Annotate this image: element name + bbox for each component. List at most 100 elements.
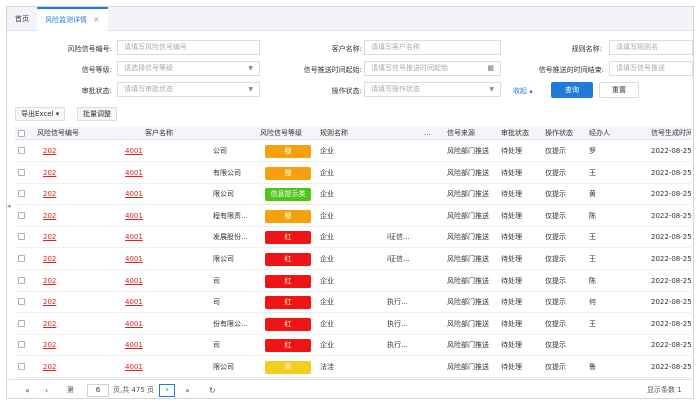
signal-no-link[interactable]: 202 (43, 163, 73, 184)
tab-bar: 首页 风险监测详情 × (7, 7, 693, 31)
row-checkbox[interactable] (18, 276, 25, 284)
tab-risk-detail[interactable]: 风险监测详情 × (37, 7, 108, 31)
push-end-date[interactable]: 请填写信号推送 (609, 61, 693, 76)
page-size-display: 显示条数 1 (647, 386, 682, 394)
table-row[interactable]: 202 4001 司 红企业 执行... 风险部门推送 待处理 仅提示 2022-08-25 (15, 335, 691, 357)
table-row[interactable]: 202 4001 公司 橙 企业 风险部门推送 待处理 仅提示 罗 2022-08-25 (15, 141, 691, 162)
approval-cell: 待处理 (501, 233, 522, 242)
signal-no-suffix-link[interactable]: 4001 (125, 335, 155, 356)
row-checkbox[interactable] (18, 319, 25, 327)
handler-cell: 何 (589, 298, 596, 307)
tab-home[interactable]: 首页 (7, 7, 37, 31)
push-end-label: 信号推送的时间结束: (538, 66, 604, 74)
handler-cell: 罗 (589, 147, 596, 155)
signal-no-link[interactable]: 202 (43, 314, 73, 335)
table-row[interactable]: 202 4001 发展股份... 红企业 i征信... 风险部门推送 待处理 仅提示 王 2022… (15, 227, 691, 249)
rule-input[interactable]: 请填写规则名 (609, 40, 693, 55)
last-page-icon[interactable]: » (185, 384, 190, 397)
collapse-handle-icon[interactable]: ◂ (7, 202, 11, 216)
signal-no-link[interactable]: 202 (43, 206, 73, 227)
signal-no-input[interactable]: 请填写风险信号编号 (117, 40, 260, 55)
time-cell: 2022-08-25 (651, 147, 691, 155)
col-level[interactable]: 风险信号等级 (260, 127, 320, 140)
approval-select[interactable]: 请填写审批状态 ▼ (117, 82, 260, 97)
signal-no-link[interactable]: 202 (43, 184, 73, 205)
level-badge: 橙 (265, 145, 311, 158)
signal-no-link[interactable]: 202 (43, 357, 73, 378)
time-cell: 2022-08-25 (651, 319, 691, 328)
handler-cell (589, 335, 609, 356)
table-row[interactable]: 202 4001 限公司 信息提示类 企业 风险部门推送 待处理 仅提示 黄 2022-08-25 (15, 184, 691, 206)
reset-button[interactable]: 重置 (599, 82, 639, 98)
table-row[interactable]: 202 4001 限公司 红 企业 i征信... 风险部门推送 待处理 仅提示 王 2022-08-… (15, 249, 691, 270)
tab-risk-detail-label: 风险监测详情 (45, 16, 87, 24)
col-signal-no[interactable]: 风险信号编号 (37, 127, 137, 140)
row-checkbox[interactable] (18, 233, 25, 241)
row-checkbox[interactable] (18, 147, 25, 154)
approval-cell: 待处理 (501, 298, 522, 307)
op-status-cell: 仅提示 (545, 298, 566, 307)
table-row[interactable]: 202 4001 司 红企业 风险部门推送 待处理 仅提示 陈 2022-08-25 (15, 271, 691, 292)
signal-no-suffix-link[interactable]: 4001 (125, 271, 155, 292)
next-page-icon[interactable]: › (159, 384, 175, 397)
first-page-icon[interactable]: « (25, 384, 30, 397)
page-number-input[interactable]: 6 (87, 384, 109, 397)
col-handler[interactable]: 经办人 (589, 127, 629, 140)
col-time[interactable]: 信号生成时间 (651, 127, 691, 140)
row-checkbox[interactable] (18, 363, 25, 370)
row-checkbox[interactable] (18, 298, 25, 306)
row-checkbox[interactable] (18, 255, 25, 262)
table-row[interactable]: 202 4001 程有限责... 橙企业 风险部门推送 待处理 仅提示 陈 2022-08-25 (15, 206, 691, 227)
signal-no-link[interactable]: 202 (43, 141, 73, 162)
row-checkbox[interactable] (18, 190, 25, 198)
export-excel-button[interactable]: 导出Excel ▾ (15, 107, 66, 121)
signal-no-suffix-link[interactable]: 4001 (125, 292, 155, 313)
op-status-label: 操作状态: (331, 87, 362, 95)
col-approval[interactable]: 审批状态 (501, 127, 541, 140)
table-row[interactable]: 202 4001 司 红企业 执行... 风险部门推送 待处理 仅提示 何 2022-08-25 (15, 292, 691, 314)
customer-cell: 程有限责... (213, 211, 248, 220)
signal-no-suffix-link[interactable]: 4001 (125, 184, 155, 205)
signal-no-link[interactable]: 202 (43, 292, 73, 313)
signal-no-suffix-link[interactable]: 4001 (125, 314, 155, 335)
time-cell: 2022-08-25 (651, 233, 691, 242)
col-customer[interactable]: 客户名称 (145, 127, 245, 140)
signal-no-link[interactable]: 202 (43, 271, 73, 292)
level-select[interactable]: 请选择信号等级 ▼ (117, 61, 260, 76)
col-hidden[interactable]: ... (424, 127, 444, 140)
signal-no-link[interactable]: 202 (43, 227, 73, 248)
prev-page-icon[interactable]: ‹ (45, 384, 48, 397)
push-start-date[interactable]: 请填写信号推送时间起始 ▦ (364, 61, 501, 76)
row-checkbox[interactable] (18, 168, 25, 176)
signal-no-suffix-link[interactable]: 4001 (125, 163, 155, 184)
signal-no-suffix-link[interactable]: 4001 (125, 141, 155, 162)
batch-adjust-button[interactable]: 批量调整 (77, 107, 117, 121)
row-checkbox[interactable] (18, 211, 25, 219)
refresh-icon[interactable]: ↻ (209, 384, 216, 397)
row-checkbox[interactable] (18, 341, 25, 349)
signal-no-suffix-link[interactable]: 4001 (125, 206, 155, 227)
customer-cell: 份有限公... (213, 319, 248, 328)
signal-no-link[interactable]: 202 (43, 335, 73, 356)
signal-no-link[interactable]: 202 (43, 249, 73, 270)
signal-no-suffix-link[interactable]: 4001 (125, 357, 155, 378)
search-button[interactable]: 查询 (551, 82, 593, 98)
close-icon[interactable]: × (93, 10, 100, 30)
collapse-link[interactable]: 收起 ▴ (513, 86, 533, 96)
table-row[interactable]: 202 4001 限公司 黄 法洼 风险部门推送 待处理 仅提示 鲁 2022-08-25 (15, 357, 691, 378)
extra-cell (387, 271, 427, 292)
table-row[interactable]: 202 4001 有限公司 橙企业 风险部门推送 待处理 仅提示 王 2022-08-25 (15, 163, 691, 184)
table-row[interactable]: 202 4001 份有限公... 红企业 执行... 风险部门推送 待处理 仅提示 王 2022-… (15, 314, 691, 335)
handler-cell: 黄 (589, 190, 596, 199)
signal-no-suffix-link[interactable]: 4001 (125, 249, 155, 270)
source-cell: 风险部门推送 (447, 168, 489, 177)
signal-no-suffix-link[interactable]: 4001 (125, 227, 155, 248)
op-status-select[interactable]: 请填写操作状态 ▼ (364, 82, 501, 97)
col-source[interactable]: 信号来源 (447, 127, 497, 140)
time-cell: 2022-08-25 (651, 341, 691, 350)
col-op-status[interactable]: 操作状态 (545, 127, 585, 140)
customer-input[interactable]: 请填写客户名称 (364, 40, 501, 55)
select-all-checkbox[interactable] (18, 130, 25, 137)
level-badge: 黄 (265, 361, 311, 374)
col-rule[interactable]: 规则名称 (320, 127, 420, 140)
